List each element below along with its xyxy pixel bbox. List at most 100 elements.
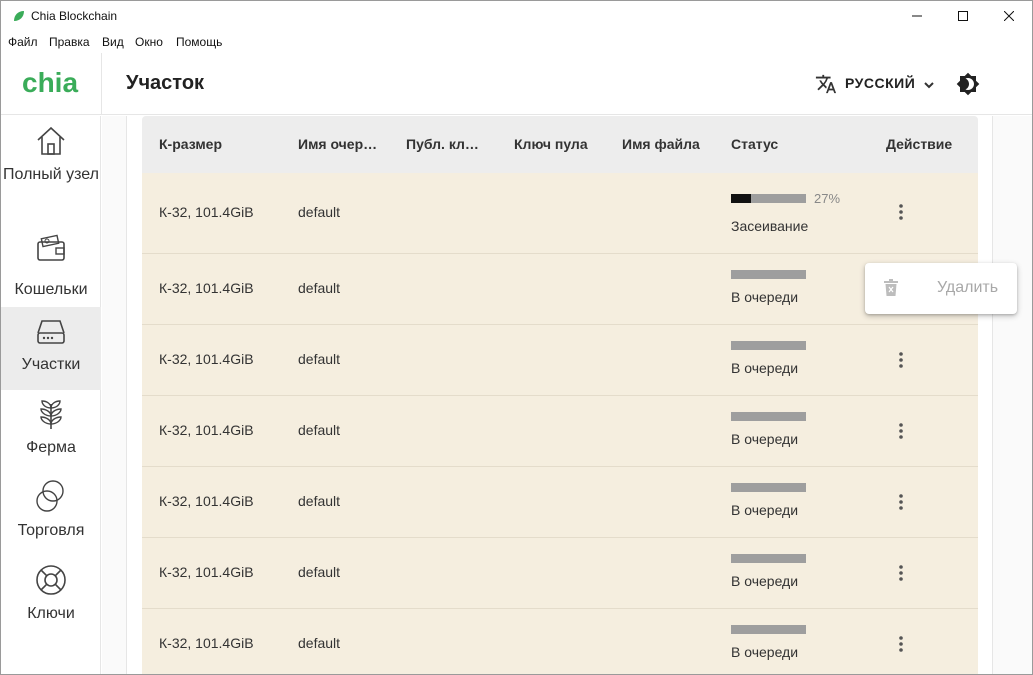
close-icon <box>1004 11 1014 21</box>
progress-bar <box>731 483 806 492</box>
queue-cell: default <box>298 493 341 509</box>
svg-text:chia: chia <box>22 67 78 97</box>
chevron-down-icon[interactable] <box>922 78 936 92</box>
more-vert-icon[interactable] <box>892 635 910 653</box>
progress-bar <box>731 625 806 634</box>
menu-window[interactable]: Окно <box>135 35 163 49</box>
language-selector[interactable]: РУССКИЙ <box>845 75 915 91</box>
menu-file[interactable]: Файл <box>8 35 38 49</box>
wallet-icon <box>37 234 65 261</box>
column-header-ksize[interactable]: К-размер <box>159 136 222 152</box>
column-header-action: Действие <box>886 136 953 152</box>
column-header-status[interactable]: Статус <box>731 136 778 152</box>
ksize-cell: К-32, 101.4GiB <box>159 351 254 367</box>
table-header: К-размер Имя очер… Публ. кл… Ключ пула И… <box>142 116 978 173</box>
sidebar-item-full-node[interactable]: Полный узел <box>1 116 101 224</box>
more-vert-icon[interactable] <box>892 203 910 221</box>
row-action-menu: Удалить <box>865 263 1017 314</box>
queue-cell: default <box>298 564 341 580</box>
ksize-cell: К-32, 101.4GiB <box>159 635 254 651</box>
menu-bar: Файл Правка Вид Окно Помощь <box>1 31 1032 53</box>
status-text: В очереди <box>731 502 799 518</box>
sidebar-item-label: Ферма <box>26 439 76 456</box>
hdd-icon <box>37 320 65 344</box>
more-vert-icon[interactable] <box>892 493 910 511</box>
progress-bar <box>731 554 806 563</box>
queue-cell: default <box>298 204 341 220</box>
menu-edit[interactable]: Правка <box>49 35 90 49</box>
progress-bar <box>731 341 806 350</box>
more-vert-icon[interactable] <box>892 422 910 440</box>
status-text: В очереди <box>731 431 799 447</box>
queue-cell: default <box>298 280 341 296</box>
ksize-cell: К-32, 101.4GiB <box>159 204 254 220</box>
maximize-button[interactable] <box>940 1 986 31</box>
more-vert-icon[interactable] <box>892 351 910 369</box>
app-header: chia Участок РУССКИЙ <box>1 53 1032 115</box>
table-row: К-32, 101.4GiB default В очереди <box>142 396 978 467</box>
trade-icon <box>36 480 64 512</box>
progress-fill <box>731 194 752 203</box>
sidebar-item-label: Ключи <box>27 605 75 622</box>
title-bar: Chia Blockchain <box>1 1 1032 31</box>
table-row: К-32, 101.4GiB default В очереди <box>142 609 978 674</box>
close-window-button[interactable] <box>986 1 1032 31</box>
plant-icon <box>40 400 62 429</box>
window-title: Chia Blockchain <box>31 9 118 23</box>
progress-bar <box>731 270 806 279</box>
sidebar-item-keys[interactable]: Ключи <box>1 556 101 639</box>
sidebar-item-farm[interactable]: Ферма <box>1 390 101 473</box>
sidebar-item-label: Полный узел <box>3 166 99 183</box>
ksize-cell: К-32, 101.4GiB <box>159 280 254 296</box>
table-row: К-32, 101.4GiB default 27% Засеивание <box>142 173 978 254</box>
table-row: К-32, 101.4GiB default В очереди <box>142 254 978 325</box>
delete-menu-item[interactable]: Удалить <box>865 263 1017 314</box>
translate-icon[interactable] <box>815 73 837 95</box>
delete-menu-label: Удалить <box>937 279 999 296</box>
more-vert-icon[interactable] <box>892 564 910 582</box>
minimize-icon <box>912 15 922 17</box>
menu-help[interactable]: Помощь <box>176 35 222 49</box>
header-divider <box>101 53 102 115</box>
ksize-cell: К-32, 101.4GiB <box>159 422 254 438</box>
chia-leaf-icon <box>14 11 24 21</box>
column-header-filename[interactable]: Имя файла <box>622 136 700 152</box>
progress-bar <box>731 412 806 421</box>
status-text: В очереди <box>731 289 799 305</box>
queue-cell: default <box>298 422 341 438</box>
ksize-cell: К-32, 101.4GiB <box>159 493 254 509</box>
status-text: В очереди <box>731 573 799 589</box>
table-row: К-32, 101.4GiB default В очереди <box>142 467 978 538</box>
home-icon <box>37 126 65 155</box>
sidebar-item-label: Участки <box>21 356 81 373</box>
sidebar-item-wallets[interactable]: Кошельки <box>1 224 101 307</box>
column-header-pool-key[interactable]: Ключ пула <box>514 136 588 152</box>
sidebar-item-label: Торговля <box>17 522 85 539</box>
table-row: К-32, 101.4GiB default В очереди <box>142 325 978 396</box>
table-row: К-32, 101.4GiB default В очереди <box>142 538 978 609</box>
maximize-icon <box>958 11 968 21</box>
plots-card: К-размер Имя очер… Публ. кл… Ключ пула И… <box>126 116 993 674</box>
page-title: Участок <box>126 72 205 94</box>
status-text: Засеивание <box>731 218 809 234</box>
brightness-icon[interactable] <box>956 72 980 96</box>
minimize-button[interactable] <box>894 1 940 31</box>
sidebar-item-plots[interactable]: Участки <box>1 307 101 390</box>
lifebuoy-icon <box>36 565 66 595</box>
main-content: К-размер Имя очер… Публ. кл… Ключ пула И… <box>102 116 1032 674</box>
status-text: В очереди <box>731 360 799 376</box>
queue-cell: default <box>298 351 341 367</box>
trash-icon <box>884 279 898 296</box>
sidebar-item-trade[interactable]: Торговля <box>1 473 101 556</box>
progress-percent: 27% <box>814 191 841 206</box>
progress-bar <box>731 194 806 203</box>
sidebar-item-label: Кошельки <box>14 281 88 298</box>
queue-cell: default <box>298 635 341 651</box>
menu-view[interactable]: Вид <box>102 35 124 49</box>
column-header-public-key[interactable]: Публ. кл… <box>406 136 479 152</box>
sidebar: Полный узел Кошельки Участки Ферма Торго… <box>1 116 101 674</box>
column-header-queue[interactable]: Имя очер… <box>298 136 377 152</box>
ksize-cell: К-32, 101.4GiB <box>159 564 254 580</box>
status-text: В очереди <box>731 644 799 660</box>
chia-logo: chia <box>22 67 78 97</box>
